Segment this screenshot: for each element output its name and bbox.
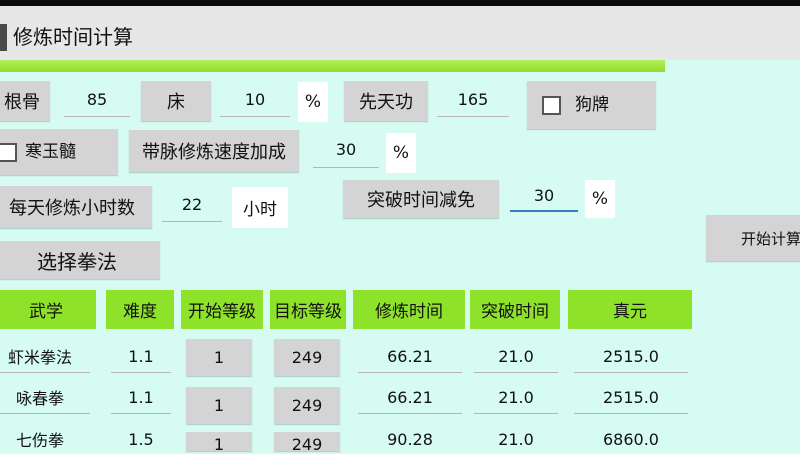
jade-label: 寒玉髓 — [25, 142, 76, 162]
header-target-level: 目标等级 — [270, 290, 346, 329]
start-calc-button[interactable]: 开始计算 — [706, 215, 800, 261]
hours-input[interactable]: 22 — [162, 187, 222, 222]
bed-input[interactable]: 10 — [220, 82, 290, 117]
bed-label: 床 — [141, 81, 211, 121]
page-title: 修炼时间计算 — [13, 25, 133, 49]
row3-start-level-button[interactable]: 1 — [186, 432, 252, 454]
row1-train-time: 66.21 — [358, 340, 462, 373]
breakthrough-input[interactable]: 30 — [510, 180, 578, 212]
meridian-unit: % — [386, 133, 416, 173]
header-difficulty: 难度 — [106, 290, 174, 329]
row2-target-level-button[interactable]: 249 — [274, 387, 340, 424]
meridian-label: 带脉修炼速度加成 — [129, 130, 299, 172]
dog-label: 狗牌 — [575, 95, 609, 115]
row3-train-time: 90.28 — [387, 429, 433, 449]
app-icon — [0, 24, 7, 51]
row1-target-level-button[interactable]: 249 — [274, 339, 340, 376]
breakthrough-label: 突破时间减免 — [343, 180, 499, 218]
jade-toggle[interactable]: 寒玉髓 — [0, 129, 118, 175]
root-input[interactable]: 85 — [64, 82, 130, 117]
meridian-input[interactable]: 30 — [313, 131, 379, 168]
dog-toggle[interactable]: 狗牌 — [527, 81, 656, 129]
row2-zhenyuan: 2515.0 — [574, 381, 688, 414]
hours-unit: 小时 — [232, 187, 288, 228]
row2-difficulty: 1.1 — [111, 381, 171, 414]
row2-break-time: 21.0 — [474, 381, 558, 414]
header-break-time: 突破时间 — [470, 290, 560, 329]
header-zhenyuan: 真元 — [568, 290, 692, 329]
select-technique-button[interactable]: 选择拳法 — [0, 241, 160, 279]
header-train-time: 修炼时间 — [353, 290, 465, 329]
row3-target-level-button[interactable]: 249 — [274, 432, 340, 454]
row1-difficulty: 1.1 — [111, 340, 171, 373]
innate-input[interactable]: 165 — [437, 82, 509, 117]
hours-label: 每天修炼小时数 — [0, 186, 152, 228]
row1-name: 虾米拳法 — [0, 340, 90, 373]
row2-train-time: 66.21 — [358, 381, 462, 414]
title-accent-bar — [0, 60, 665, 72]
root-label: 根骨 — [0, 81, 50, 121]
jade-checkbox[interactable] — [0, 143, 17, 162]
row1-start-level-button[interactable]: 1 — [186, 339, 252, 376]
innate-label: 先天功 — [344, 81, 428, 121]
header-start-level: 开始等级 — [181, 290, 263, 329]
row3-break-time: 21.0 — [498, 429, 534, 449]
breakthrough-unit: % — [585, 180, 615, 218]
row3-zhenyuan: 6860.0 — [603, 429, 659, 449]
start-calc-label: 开始计算 — [741, 229, 800, 248]
row2-start-level-button[interactable]: 1 — [186, 387, 252, 424]
bed-unit: % — [298, 82, 328, 122]
title-bar: 修炼时间计算 — [0, 6, 800, 60]
dog-checkbox[interactable] — [542, 96, 561, 115]
row3-name: 七伤拳 — [15, 431, 64, 450]
row1-zhenyuan: 2515.0 — [574, 340, 688, 373]
row3-difficulty: 1.5 — [128, 429, 154, 449]
row1-break-time: 21.0 — [474, 340, 558, 373]
header-martial-art: 武学 — [0, 290, 96, 329]
row2-name: 咏春拳 — [0, 381, 90, 414]
